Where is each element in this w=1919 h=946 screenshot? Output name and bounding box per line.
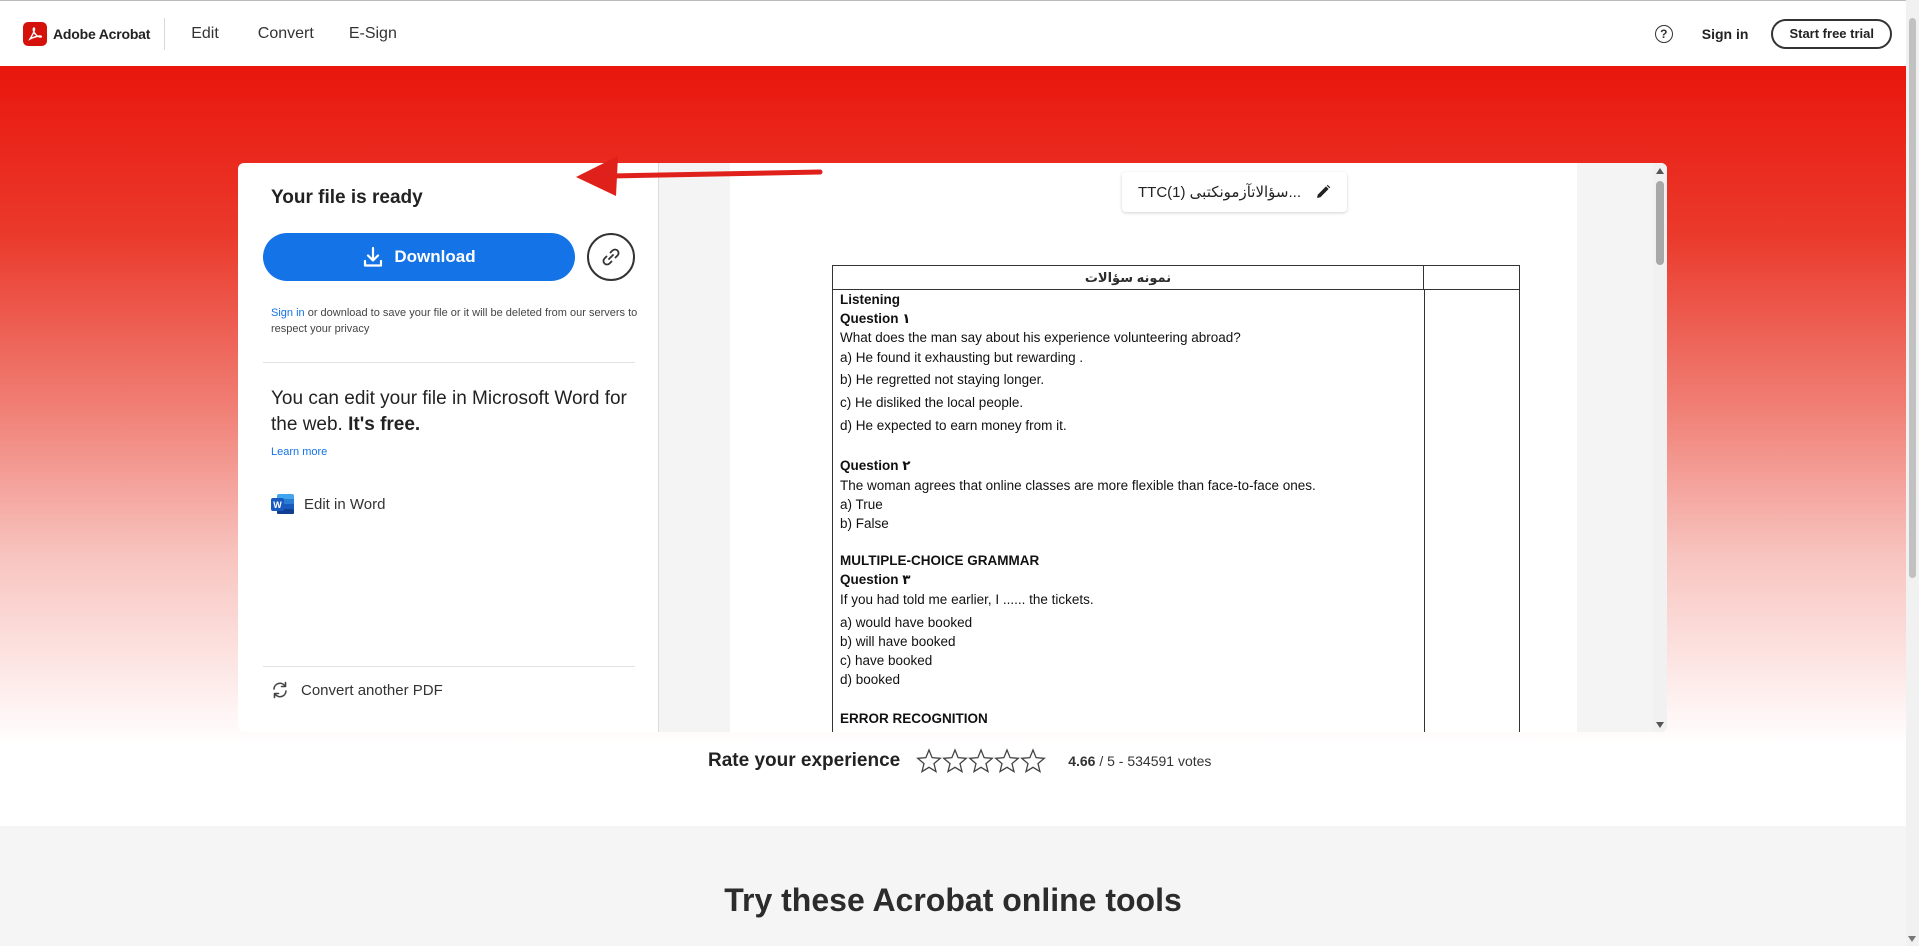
nav-actions: ? Sign in Start free trial [1654,18,1892,49]
download-icon [364,246,383,267]
acrobat-logo-icon [23,21,47,46]
word-icon: W [271,493,295,515]
table-header-row: نمونه سؤالات [833,266,1519,290]
link-icon [602,248,620,266]
document-line: a) He found it exhausting but rewarding … [840,350,1084,365]
star-icon[interactable] [916,748,943,774]
table-header: نمونه سؤالات [833,266,1424,289]
document-line: a) True [840,497,883,512]
document-line: a) would have booked [840,615,973,630]
document-line: Question ۲ [840,458,911,473]
promo-text: You can edit your file in Microsoft Word… [271,388,627,435]
privacy-text: or download to save your file or it will… [271,307,638,335]
document-line: b) False [840,516,889,531]
tools-title: Try these Acrobat online tools [724,882,1182,918]
document-line: b) will have booked [840,634,956,649]
document-preview[interactable]: TTC(1) سؤالاتآزمونکتبی... نمونه سؤالات L… [659,163,1667,732]
download-button[interactable]: Download [263,233,575,281]
star-icon[interactable] [942,748,969,774]
result-panel: Your file is ready Download Sign in or d… [238,163,659,732]
learn-more-link[interactable]: Learn more [271,446,327,458]
convert-another-button[interactable]: Convert another PDF [271,681,443,699]
hero-section: Your file is ready Download Sign in or d… [0,66,1906,746]
scroll-up-arrow-icon[interactable] [1656,168,1664,174]
page-scroll-down-icon[interactable] [1908,936,1916,942]
document-line: c) have booked [840,653,933,668]
document-line: c) He disliked the local people. [840,395,1024,410]
file-ready-title: Your file is ready [271,187,423,208]
document-line: The woman agrees that online classes are… [840,478,1316,493]
page-scroll-thumb[interactable] [1909,18,1916,578]
question-table: نمونه سؤالات Listening Question ۱ What doe… [832,265,1520,732]
tab-edit[interactable]: Edit [182,1,228,67]
help-icon[interactable]: ? [1654,24,1673,43]
document-line: If you had told me earlier, I ...... the… [840,592,1094,607]
table-body: Listening Question ۱ What does the man say… [833,290,1519,732]
document-line: Question ۱ [840,311,911,326]
convert-another-label: Convert another PDF [301,681,443,699]
page-scrollbar[interactable] [1906,0,1919,946]
star-icon[interactable] [1020,748,1047,774]
preview-scrollbar[interactable] [1653,163,1667,732]
svg-text:W: W [273,500,282,510]
document-line: What does the man say about his experien… [840,330,1241,345]
copy-link-button[interactable] [587,233,635,281]
brand[interactable]: Adobe Acrobat [23,17,166,50]
pencil-icon[interactable] [1315,184,1331,200]
edit-in-word-label: Edit in Word [304,495,386,513]
tab-convert[interactable]: Convert [248,1,323,68]
document-line: ERROR RECOGNITION [840,711,988,726]
preview-page: TTC(1) سؤالاتآزمونکتبی... نمونه سؤالات L… [730,163,1577,732]
result-card: Your file is ready Download Sign in or d… [238,163,1667,732]
rating-votes: / 5 - 534591 votes [1095,753,1212,769]
scroll-thumb[interactable] [1656,181,1664,265]
start-free-trial-button[interactable]: Start free trial [1771,18,1892,49]
document-line: d) booked [840,672,901,687]
download-label: Download [394,247,476,266]
document-line: b) He regretted not staying longer. [840,372,1045,387]
sign-in-link[interactable]: Sign in [1702,26,1749,42]
rating-section: Rate your experience 4.66 / 5 - 534591 v… [708,748,1211,774]
filename-chip[interactable]: TTC(1) سؤالاتآزمونکتبی... [1122,172,1348,212]
star-rating[interactable] [916,748,1047,774]
top-nav: Adobe Acrobat Edit Convert E-Sign ? Sign… [0,0,1906,68]
scroll-down-arrow-icon[interactable] [1656,722,1664,728]
document-line: MULTIPLE-CHOICE GRAMMAR [840,553,1040,568]
document-line: Question ۳ [840,572,911,587]
word-promo: You can edit your file in Microsoft Word… [271,386,631,438]
document-line: d) He expected to earn money from it. [840,418,1067,433]
rating-score: 4.66 / 5 - 534591 votes [1068,753,1211,769]
promo-free: It's free. [348,414,421,435]
table-side-column [1424,290,1425,732]
document-line: Listening [840,292,900,307]
star-icon[interactable] [968,748,995,774]
refresh-icon [273,681,287,699]
privacy-sign-in-link[interactable]: Sign in [271,307,305,319]
brand-name: Adobe Acrobat [53,25,151,42]
privacy-notice: Sign in or download to save your file or… [271,305,641,337]
rating-title: Rate your experience [708,750,901,771]
filename-label: TTC(1) سؤالاتآزمونکتبی... [1138,184,1302,201]
divider [263,666,635,667]
star-icon[interactable] [994,748,1021,774]
tab-e-sign[interactable]: E-Sign [340,1,406,67]
rating-value: 4.66 [1068,753,1096,769]
edit-in-word-button[interactable]: W Edit in Word [271,493,385,515]
divider [263,362,635,363]
tools-section: Try these Acrobat online tools [0,826,1906,946]
